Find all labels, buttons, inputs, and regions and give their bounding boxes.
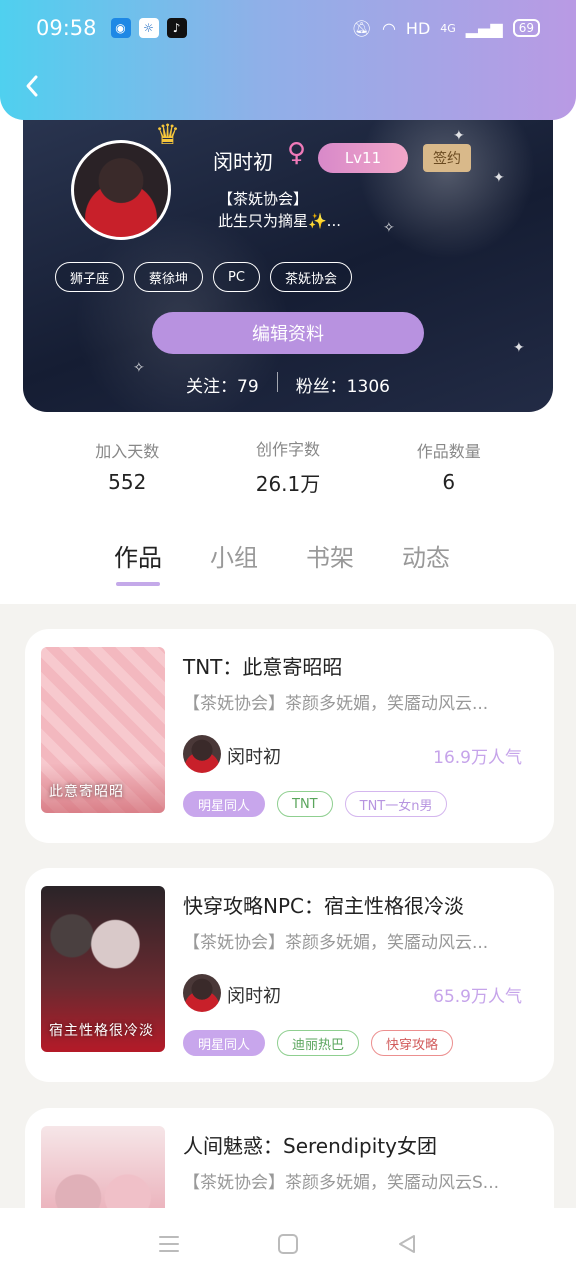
battery-icon: 69	[512, 19, 540, 37]
sparkle-decoration: ✦	[513, 340, 525, 356]
work-tag[interactable]: 明星同人	[183, 791, 266, 817]
work-cover[interactable]: 宿主性格很冷淡	[41, 886, 165, 1052]
profile-tags: 狮子座 蔡徐坤 PC 茶妩协会	[55, 262, 352, 292]
followers-count[interactable]: 粉丝：1306	[296, 372, 390, 397]
profile-tag[interactable]: 茶妩协会	[269, 262, 352, 292]
stat-value: 6	[442, 470, 456, 494]
status-bar: 09:58 ◉ ☼ ♪ 🔕︎ ◠ HD 4G ▂▄▆ 69	[0, 0, 576, 56]
signed-badge: 签约	[423, 144, 471, 172]
work-tag[interactable]: TNT一女n男	[344, 791, 448, 817]
author-name[interactable]: 闵时初	[227, 982, 281, 1008]
work-cover[interactable]: 此意寄昭昭	[41, 647, 165, 813]
work-tag[interactable]: 迪丽热巴	[277, 1030, 360, 1056]
signal-type: 4G	[440, 21, 456, 35]
username: 闵时初	[213, 150, 273, 174]
square-icon	[277, 1234, 298, 1254]
sparkle-decoration: ✦	[453, 128, 465, 144]
profile-banner: ✦ ✦ ✧ ✧ ✦ ♛ 闵时初 ♀ Lv11 签约 【茶妩协会】 此生只为摘星✨…	[23, 110, 553, 412]
work-tags: 明星同人 迪丽热巴 快穿攻略	[183, 1030, 454, 1056]
sparkle-decoration: ✧	[383, 220, 395, 236]
author-avatar[interactable]	[183, 974, 221, 1012]
stat-join-days: 加入天数 552	[95, 438, 159, 494]
profile-tag[interactable]: PC	[213, 262, 260, 292]
status-icons: 🔕︎ ◠ HD 4G ▂▄▆ 69	[352, 19, 540, 38]
stat-works-count: 作品数量 6	[417, 438, 481, 494]
work-description: 【茶妩协会】茶颜多妩媚，笑靥动风云...	[183, 694, 489, 714]
tiktok-icon: ♪	[166, 18, 187, 38]
profile-tag[interactable]: 蔡徐坤	[134, 262, 204, 292]
status-time: 09:58	[36, 16, 97, 40]
female-gender-icon: ♀	[287, 138, 307, 168]
bio-text: 【茶妩协会】 此生只为摘星✨...	[218, 190, 341, 230]
level-badge: Lv11	[318, 143, 408, 173]
system-nav-bar	[0, 1208, 576, 1280]
edit-profile-button[interactable]: 编辑资料	[152, 312, 424, 354]
avatar[interactable]	[71, 140, 171, 240]
crown-icon: ♛	[155, 118, 181, 151]
stat-label: 加入天数	[95, 442, 160, 461]
home-button[interactable]	[273, 1229, 303, 1259]
stat-word-count: 创作字数 26.1万	[256, 436, 321, 497]
cover-title: 此意寄昭昭	[49, 784, 124, 800]
header-bar: 09:58 ◉ ☼ ♪ 🔕︎ ◠ HD 4G ▂▄▆ 69	[0, 0, 576, 120]
mute-icon: 🔕︎	[351, 18, 372, 38]
cover-title: 宿主性格很冷淡	[49, 1023, 154, 1039]
tab-works[interactable]: 作品	[114, 538, 162, 586]
wifi-icon: ◠	[381, 18, 396, 38]
work-tag[interactable]: 明星同人	[183, 1030, 266, 1056]
popularity: 16.9万人气	[433, 748, 522, 768]
stat-label: 作品数量	[416, 442, 481, 461]
stat-value: 26.1万	[255, 471, 321, 496]
tab-activity[interactable]: 动态	[402, 538, 450, 573]
app-notification-icon: ◉	[110, 18, 131, 38]
divider	[276, 372, 278, 392]
work-tags: 明星同人 TNT TNT一女n男	[183, 791, 448, 817]
work-card[interactable]: 宿主性格很冷淡 快穿攻略NPC：宿主性格很冷淡 【茶妩协会】茶颜多妩媚，笑靥动风…	[25, 868, 554, 1082]
work-title[interactable]: TNT：此意寄昭昭	[183, 651, 342, 680]
work-card[interactable]: 此意寄昭昭 TNT：此意寄昭昭 【茶妩协会】茶颜多妩媚，笑靥动风云... 闵时初…	[25, 629, 554, 843]
work-tag[interactable]: 快穿攻略	[371, 1030, 454, 1056]
tab-bar: 作品 小组 书架 动态	[0, 524, 576, 604]
menu-icon	[159, 1236, 180, 1252]
work-description: 【茶妩协会】茶颜多妩媚，笑靥动风云...	[183, 933, 489, 953]
tab-bookshelf[interactable]: 书架	[306, 538, 354, 573]
work-title[interactable]: 人间魅惑：Serendipity女团	[183, 1130, 437, 1159]
work-title[interactable]: 快穿攻略NPC：宿主性格很冷淡	[183, 890, 464, 919]
work-description: 【茶妩协会】茶颜多妩媚，笑靥动风云S...	[183, 1173, 500, 1193]
stats-panel: 加入天数 552 创作字数 26.1万 作品数量 6	[47, 408, 529, 524]
back-button[interactable]	[18, 70, 46, 102]
popularity: 65.9万人气	[433, 987, 522, 1007]
author-avatar[interactable]	[183, 735, 221, 773]
chevron-left-icon	[26, 75, 38, 97]
menu-button[interactable]	[154, 1229, 184, 1259]
stat-value: 552	[108, 470, 147, 494]
following-count[interactable]: 关注：79	[186, 372, 259, 397]
stat-label: 创作字数	[255, 439, 320, 459]
weather-app-icon: ☼	[138, 18, 159, 38]
author-name[interactable]: 闵时初	[227, 743, 281, 769]
follow-stats: 关注：79 粉丝：1306	[23, 372, 553, 397]
back-nav-button[interactable]	[392, 1229, 422, 1259]
network-type: HD	[405, 18, 431, 38]
signal-icon: ▂▄▆	[465, 18, 503, 38]
profile-tag[interactable]: 狮子座	[55, 262, 125, 292]
tab-groups[interactable]: 小组	[210, 538, 258, 573]
sparkle-decoration: ✦	[493, 170, 505, 186]
triangle-back-icon	[398, 1235, 415, 1253]
work-tag[interactable]: TNT	[277, 791, 333, 817]
